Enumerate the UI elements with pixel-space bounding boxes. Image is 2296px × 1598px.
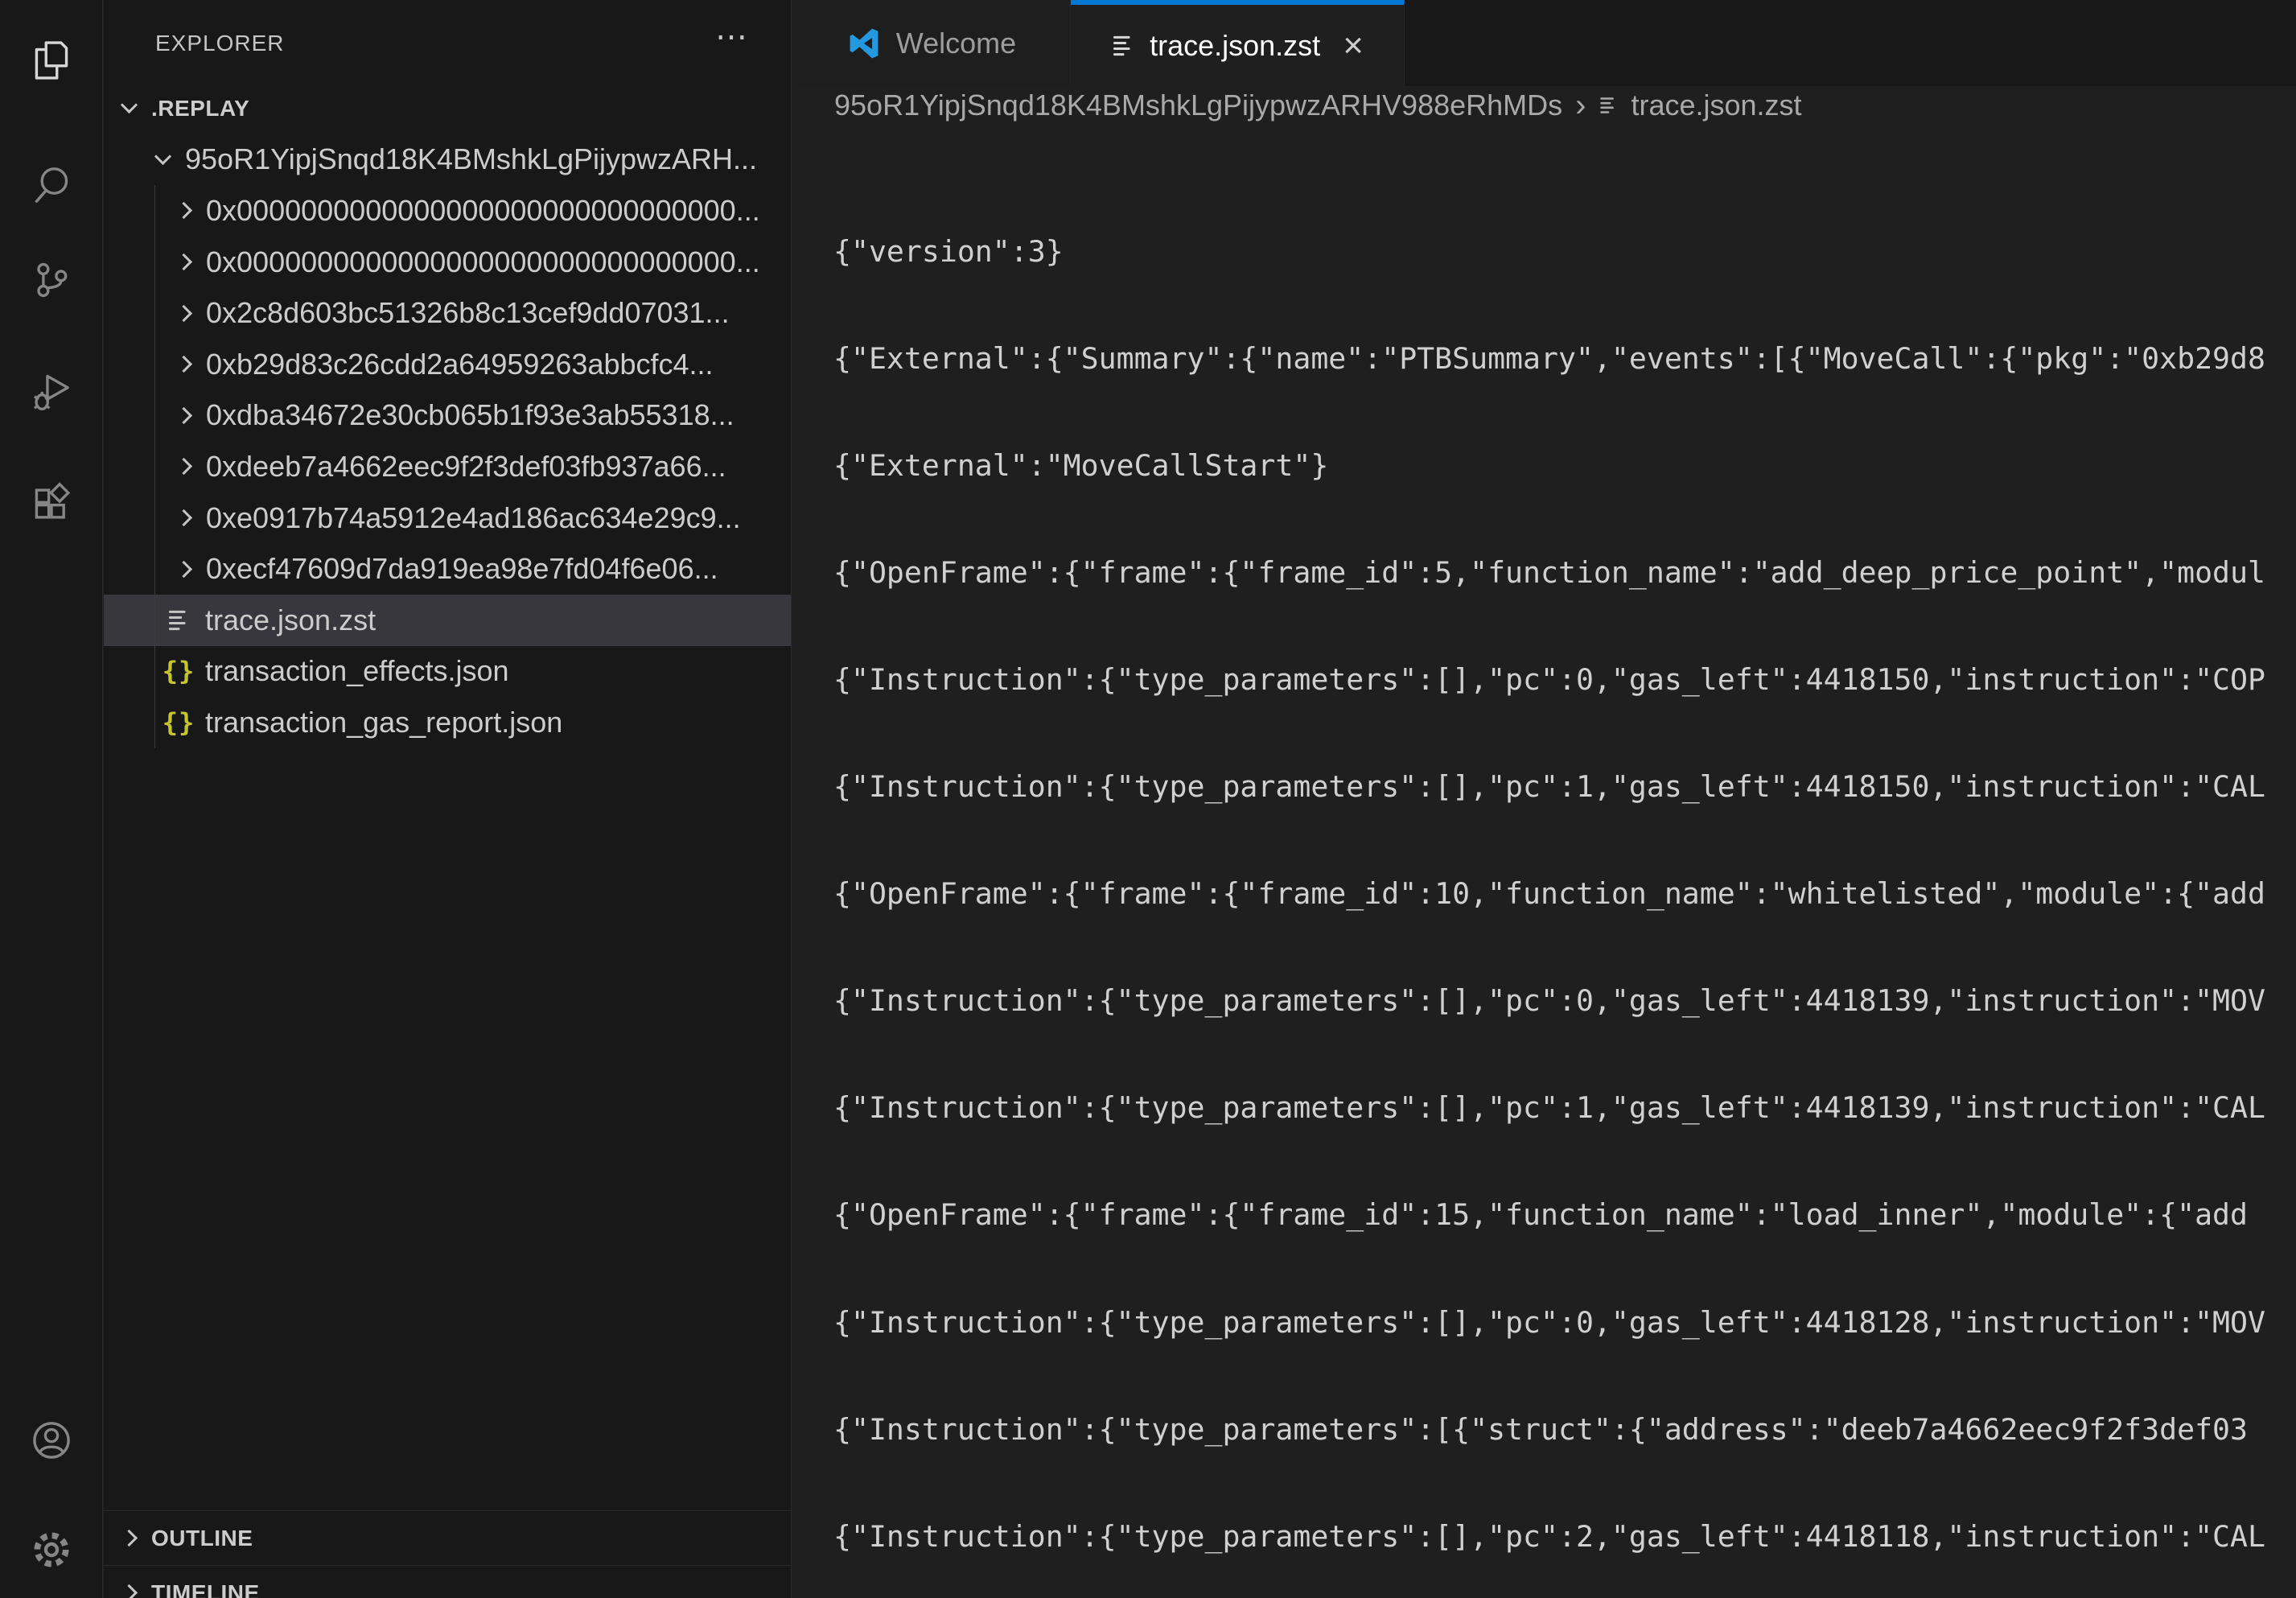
- chevron-right-icon: [175, 509, 192, 526]
- section-timeline[interactable]: TIMELINE: [104, 1565, 791, 1598]
- sidebar-bottom-sections: OUTLINE TIMELINE: [104, 1510, 791, 1598]
- file-lines-icon: [1599, 93, 1618, 117]
- tree-item-address-folder[interactable]: 0x0000000000000000000000000000000...: [104, 185, 791, 237]
- breadcrumb: 95oR1YipjSnqd18K4BMshkLgPijypwzARHV988eR…: [792, 86, 2296, 125]
- tree-item-label: trace.json.zst: [205, 603, 376, 637]
- run-debug-icon[interactable]: [0, 349, 102, 433]
- section-label: TIMELINE: [151, 1580, 260, 1598]
- settings-gear-icon[interactable]: [0, 1508, 102, 1592]
- account-icon[interactable]: [0, 1398, 102, 1482]
- chevron-right-icon: [121, 1584, 138, 1598]
- section-outline[interactable]: OUTLINE: [104, 1510, 791, 1565]
- tree-item-label: 0x0000000000000000000000000000000...: [206, 194, 760, 228]
- breadcrumb-folder[interactable]: 95oR1YipjSnqd18K4BMshkLgPijypwzARHV988eR…: [834, 89, 1562, 122]
- chevron-right-icon: [175, 407, 192, 424]
- explorer-sidebar: EXPLORER ⋯ .REPLAY 95oR1YipjSnqd18K4BMsh…: [104, 0, 792, 1598]
- json-braces-icon: {}: [165, 655, 192, 687]
- tree-item-digest-folder[interactable]: 95oR1YipjSnqd18K4BMshkLgPijypwzARH...: [104, 134, 791, 186]
- code-line[interactable]: {"version":3}: [833, 234, 2296, 270]
- breadcrumb-file[interactable]: trace.json.zst: [1631, 89, 1801, 122]
- code-line[interactable]: {"Instruction":{"type_parameters":[],"pc…: [833, 1305, 2296, 1341]
- code-line[interactable]: {"Instruction":{"type_parameters":[],"pc…: [833, 1519, 2296, 1555]
- more-actions-icon[interactable]: ⋯: [715, 21, 749, 53]
- activity-bar: [0, 0, 103, 1598]
- chevron-right-icon: [175, 305, 192, 322]
- tree-item-label: transaction_gas_report.json: [205, 706, 562, 739]
- code-line[interactable]: {"OpenFrame":{"frame":{"frame_id":15,"fu…: [833, 1197, 2296, 1233]
- code-line[interactable]: {"Instruction":{"type_parameters":[],"pc…: [833, 662, 2296, 698]
- chevron-right-icon: [175, 253, 192, 270]
- section-label: OUTLINE: [151, 1526, 253, 1551]
- editor-content[interactable]: {"version":3} {"External":{"Summary":{"n…: [792, 125, 2296, 1598]
- code-line[interactable]: {"OpenFrame":{"frame":{"frame_id":5,"fun…: [833, 555, 2296, 591]
- file-tree: .REPLAY 95oR1YipjSnqd18K4BMshkLgPijypwzA…: [104, 83, 791, 748]
- code-line[interactable]: {"OpenFrame":{"frame":{"frame_id":10,"fu…: [833, 876, 2296, 912]
- tree-item-label: transaction_effects.json: [205, 654, 509, 688]
- tree-item-label: 0x0000000000000000000000000000000...: [206, 245, 760, 279]
- tree-item-address-folder[interactable]: 0x0000000000000000000000000000000...: [104, 237, 791, 288]
- code-line[interactable]: {"Instruction":{"type_parameters":[],"pc…: [833, 983, 2296, 1019]
- explorer-icon[interactable]: [0, 19, 102, 102]
- chevron-right-icon: [121, 1530, 138, 1547]
- tree-item-address-folder[interactable]: 0xdba34672e30cb065b1f93e3ab55318...: [104, 390, 791, 442]
- tree-item-label: 95oR1YipjSnqd18K4BMshkLgPijypwzARH...: [185, 142, 757, 176]
- tree-item-address-folder[interactable]: 0xe0917b74a5912e4ad186ac634e29c9...: [104, 492, 791, 544]
- tree-item-label: 0xecf47609d7da919ea98e7fd04f6e06...: [206, 552, 718, 586]
- tree-item-label: 0x2c8d603bc51326b8c13cef9dd07031...: [206, 296, 730, 330]
- tree-item-label: .REPLAY: [151, 96, 249, 121]
- json-braces-icon: {}: [165, 706, 192, 739]
- chevron-right-icon: [175, 202, 192, 219]
- tree-item-label: 0xe0917b74a5912e4ad186ac634e29c9...: [206, 501, 741, 535]
- indent-guide: [154, 185, 155, 748]
- code-line[interactable]: {"Instruction":{"type_parameters":[],"pc…: [833, 1090, 2296, 1126]
- tab-trace-json-zst[interactable]: trace.json.zst ×: [1071, 0, 1405, 86]
- tab-bar: Welcome trace.json.zst ×: [792, 0, 2296, 86]
- file-lines-icon: [1111, 31, 1135, 60]
- search-icon[interactable]: [0, 143, 102, 227]
- extensions-icon[interactable]: [0, 462, 102, 546]
- close-icon[interactable]: ×: [1343, 30, 1364, 62]
- tree-item-address-folder[interactable]: 0xecf47609d7da919ea98e7fd04f6e06...: [104, 543, 791, 595]
- chevron-right-icon: [175, 356, 192, 373]
- vscode-logo-icon: [846, 26, 882, 61]
- tab-welcome[interactable]: Welcome: [792, 0, 1071, 86]
- tree-item-address-folder[interactable]: 0x2c8d603bc51326b8c13cef9dd07031...: [104, 287, 791, 339]
- chevron-down-icon: [154, 148, 171, 165]
- tree-item-gas-report-file[interactable]: {} transaction_gas_report.json: [104, 697, 791, 748]
- code-line[interactable]: {"Instruction":{"type_parameters":[],"pc…: [833, 769, 2296, 805]
- code-line[interactable]: {"External":"MoveCallStart"}: [833, 448, 2296, 484]
- breadcrumb-separator-icon: ›: [1575, 88, 1586, 124]
- file-lines-icon: [165, 604, 192, 636]
- tree-item-address-folder[interactable]: 0xb29d83c26cdd2a64959263abbcfc4...: [104, 339, 791, 390]
- tab-label: Welcome: [896, 27, 1016, 60]
- explorer-title: EXPLORER: [155, 31, 285, 56]
- chevron-right-icon: [175, 458, 192, 475]
- files-icon: [30, 39, 73, 82]
- tree-item-address-folder[interactable]: 0xdeeb7a4662eec9f2f3def03fb937a66...: [104, 441, 791, 492]
- chevron-down-icon: [121, 97, 138, 113]
- tab-label: trace.json.zst: [1150, 29, 1320, 63]
- tree-item-replay-root[interactable]: .REPLAY: [104, 83, 791, 134]
- tree-item-label: 0xdeeb7a4662eec9f2f3def03fb937a66...: [206, 450, 726, 484]
- source-control-icon[interactable]: [0, 238, 102, 322]
- tree-item-trace-file[interactable]: trace.json.zst: [104, 595, 791, 646]
- code-line[interactable]: {"Instruction":{"type_parameters":[{"str…: [833, 1412, 2296, 1448]
- chevron-right-icon: [175, 561, 192, 578]
- tree-item-effects-file[interactable]: {} transaction_effects.json: [104, 646, 791, 698]
- editor-group: Welcome trace.json.zst × 95oR1YipjSnqd18…: [792, 0, 2296, 1598]
- tree-item-label: 0xb29d83c26cdd2a64959263abbcfc4...: [206, 348, 714, 381]
- code-line[interactable]: {"External":{"Summary":{"name":"PTBSumma…: [833, 341, 2296, 377]
- tree-item-label: 0xdba34672e30cb065b1f93e3ab55318...: [206, 398, 734, 432]
